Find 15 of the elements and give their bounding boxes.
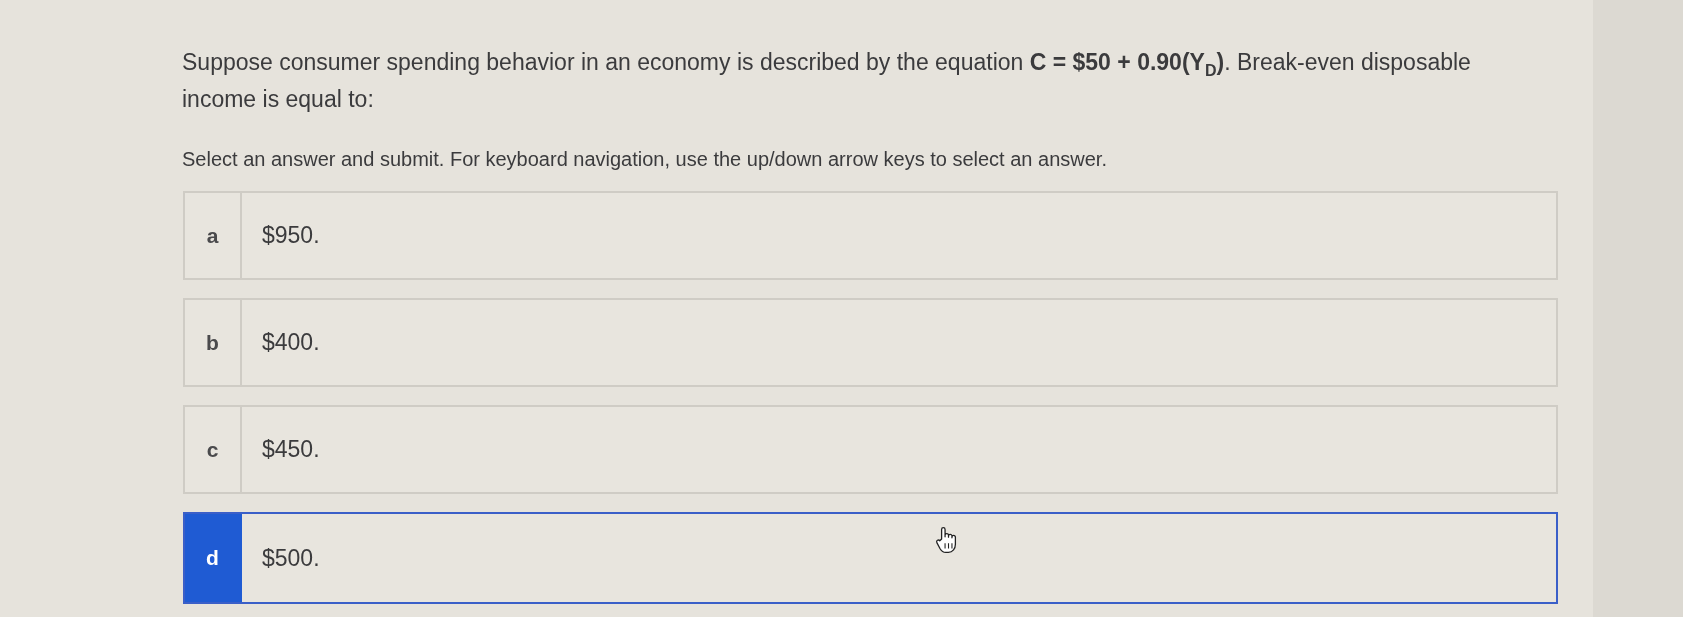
option-letter: a xyxy=(185,193,242,278)
option-value: $400. xyxy=(261,328,320,357)
option-value: $500. xyxy=(261,543,320,573)
answer-option[interactable]: a $950. xyxy=(183,191,1558,280)
instructions-text: Select an answer and submit. For keyboard navigation, use the up/down arrow keys to select an answer. xyxy=(182,147,1107,172)
option-letter: c xyxy=(185,407,242,492)
answer-option[interactable]: b $400. xyxy=(183,298,1558,387)
question-text: Suppose consumer spending behavior in an economy is described by the equation C = $50 + 0.90(Y$_{D}$). Break-even disposable income is equal to: xyxy=(182,48,1472,114)
answer-option[interactable]: c $450. xyxy=(183,405,1558,494)
option-value: $950. xyxy=(261,221,320,250)
option-value: $450. xyxy=(261,435,320,464)
option-letter: b xyxy=(185,300,242,385)
answer-option[interactable]: d $500. xyxy=(183,512,1558,604)
option-letter: d xyxy=(185,514,242,602)
hand-cursor-icon xyxy=(935,526,959,554)
